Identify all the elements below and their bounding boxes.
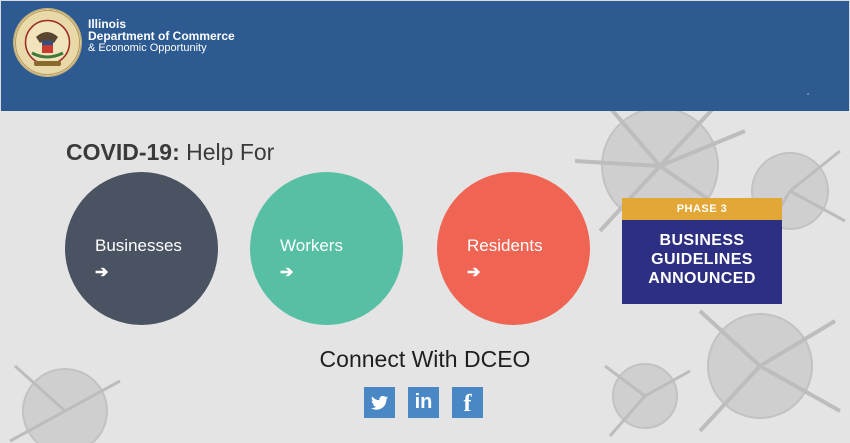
residents-link-circle[interactable]: Residents ➔: [437, 172, 590, 325]
businesses-link-circle[interactable]: Businesses ➔: [65, 172, 218, 325]
announcement-line-2: GUIDELINES: [651, 251, 753, 268]
announcement-line-3: ANNOUNCED: [648, 270, 756, 287]
arrow-right-icon: ➔: [467, 264, 481, 281]
site-header: Illinois Department of Commerce & Econom…: [0, 0, 850, 111]
arrow-right-icon: ➔: [280, 264, 294, 281]
twitter-icon[interactable]: [364, 387, 395, 418]
workers-link-circle[interactable]: Workers ➔: [250, 172, 403, 325]
linkedin-icon[interactable]: in: [408, 387, 439, 418]
arrow-right-icon: ➔: [95, 264, 109, 281]
header-menu-caret[interactable]: ‸: [807, 87, 809, 95]
linkedin-glyph: in: [414, 391, 433, 413]
announcement-line-1: BUSINESS: [659, 232, 745, 249]
workers-label: Workers: [280, 236, 343, 255]
connect-heading: Connect With DCEO: [0, 346, 850, 373]
org-name-line-2: Department of Commerce: [88, 29, 235, 43]
residents-label: Residents: [467, 236, 543, 255]
phase-tag: PHASE 3: [622, 198, 782, 220]
illinois-state-seal-logo[interactable]: [14, 9, 81, 76]
page-heading: COVID-19: Help For: [66, 139, 274, 166]
businesses-label: Businesses: [95, 236, 182, 255]
facebook-icon[interactable]: f: [452, 387, 483, 418]
heading-rest: Help For: [179, 139, 275, 165]
connect-title: Connect With DCEO: [319, 346, 531, 372]
phase-announcement: BUSINESS GUIDELINES ANNOUNCED: [622, 220, 782, 304]
phase-3-guidelines-banner[interactable]: PHASE 3 BUSINESS GUIDELINES ANNOUNCED: [622, 198, 782, 304]
heading-bold: COVID-19:: [66, 139, 180, 165]
organization-name[interactable]: Illinois Department of Commerce & Econom…: [88, 18, 235, 54]
facebook-glyph: f: [463, 391, 472, 417]
org-name-line-3: & Economic Opportunity: [88, 42, 207, 54]
